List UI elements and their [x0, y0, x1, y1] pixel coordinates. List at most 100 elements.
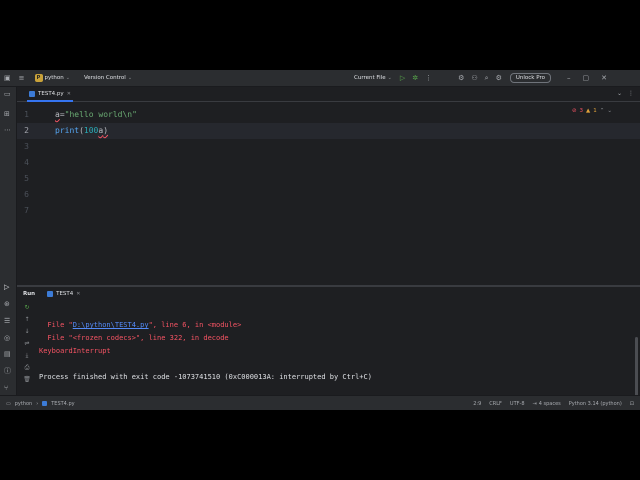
run-panel: Run TEST4 ✕ ↻ ↑ ↓ ⇌ ⤓ ⎙ 🗑 File "D:\pytho… — [17, 287, 640, 403]
chevron-down-icon[interactable]: ⌄ — [607, 108, 612, 114]
status-widgets: 2:9 CRLF UTF-8 ⇥ 4 spaces Python 3.14 (p… — [473, 401, 634, 407]
run-config-selector[interactable]: Current File ⌄ — [354, 75, 392, 81]
console-line: Process finished with exit code -1073741… — [39, 373, 372, 381]
line-number: 5 — [24, 174, 29, 183]
run-tool-icon[interactable]: ▷ — [4, 284, 9, 291]
run-icon[interactable]: ▷ — [400, 74, 405, 82]
line-number: 1 — [24, 110, 29, 119]
unlock-pro-button[interactable]: Unlock Pro — [509, 73, 551, 83]
python-file-icon — [42, 401, 48, 406]
file-encoding[interactable]: UTF-8 — [510, 401, 525, 407]
line-number-gutter: 1 2 3 4 5 6 7 — [17, 107, 29, 219]
console-line: KeyboardInterrupt — [39, 347, 111, 355]
error-icon: ⊘ — [571, 108, 577, 114]
editor-area: TEST4.py ✕ ⌄ ⋮ 1 2 3 4 5 6 7 a="hello wo… — [17, 87, 640, 285]
close-tab-icon[interactable]: ✕ — [67, 91, 71, 97]
console-output[interactable]: File "D:\python\TEST4.py", line 6, in <m… — [39, 319, 372, 384]
breadcrumb-folder-icon: ▭ — [6, 400, 11, 407]
main-menu-icon[interactable]: ≡ — [19, 74, 25, 82]
run-panel-title: Run — [23, 291, 36, 297]
tab-test4-py[interactable]: TEST4.py ✕ — [27, 88, 73, 102]
close-icon[interactable]: ✕ — [601, 74, 607, 82]
line-number: 3 — [24, 142, 29, 151]
breadcrumb-project[interactable]: python — [15, 401, 33, 407]
project-selector[interactable]: P python ⌄ — [34, 74, 70, 82]
run-tab-label: TEST4 — [56, 291, 74, 297]
folder-icon[interactable]: ▭ — [4, 91, 11, 98]
search-icon[interactable]: ⌕ — [485, 74, 489, 82]
title-bar: ▣ ≡ P python ⌄ Version Control ⌄ Current… — [0, 70, 640, 87]
settings-icon[interactable]: ⚙ — [496, 74, 502, 82]
services-icon[interactable]: ☰ — [4, 318, 10, 325]
line-number: 7 — [24, 206, 29, 215]
paren-token: ) — [103, 126, 109, 135]
git-icon[interactable]: ⑂ — [4, 385, 8, 392]
indent-setting: 4 spaces — [538, 400, 561, 407]
terminal-icon[interactable]: ▤ — [4, 351, 11, 358]
editor-tabs: TEST4.py ✕ ⌄ ⋮ — [17, 87, 640, 102]
python-file-icon — [47, 291, 54, 297]
line-separator[interactable]: CRLF — [489, 401, 502, 407]
run-panel-header: Run TEST4 ✕ — [17, 287, 80, 301]
tab-label: TEST4.py — [38, 91, 64, 97]
python-console-icon[interactable]: ◎ — [4, 335, 10, 342]
indent-widget[interactable]: ⇥ 4 spaces — [533, 401, 561, 407]
run-tab-test4[interactable]: TEST4 ✕ — [47, 291, 80, 297]
error-count: 3 — [579, 108, 584, 114]
code-with-me-icon[interactable]: ⚇ — [471, 74, 477, 82]
vcs-menu[interactable]: Version Control ⌄ — [84, 75, 132, 81]
editor-tab-actions: ⌄ ⋮ — [617, 90, 634, 97]
string-token: "hello world\n" — [64, 110, 137, 119]
code-line-1[interactable]: a="hello world\n" — [55, 107, 137, 123]
code-line-2[interactable]: print(100a) — [55, 123, 137, 139]
file-link[interactable]: D:\python\TEST4.py — [73, 321, 149, 329]
interpreter-selector[interactable]: Python 3.14 (python) — [569, 401, 622, 407]
minimize-icon[interactable]: – — [567, 74, 571, 82]
chevron-down-icon: ⌄ — [387, 75, 392, 81]
code-text[interactable]: a="hello world\n" print(100a) — [55, 107, 137, 139]
structure-icon[interactable]: ⊞ — [4, 111, 10, 118]
tab-list-icon[interactable]: ⌄ — [617, 90, 622, 97]
breadcrumb: ▭ python › TEST4.py — [6, 401, 75, 407]
problems-icon[interactable]: ⓘ — [4, 368, 11, 375]
project-name: python — [44, 75, 64, 81]
status-bar: ▭ python › TEST4.py 2:9 CRLF UTF-8 ⇥ 4 s… — [0, 395, 640, 410]
console-line: File "D:\python\TEST4.py", line 6, in <m… — [39, 321, 242, 329]
project-badge: P — [34, 74, 43, 82]
breadcrumb-file[interactable]: TEST4.py — [51, 401, 74, 407]
line-number: 6 — [24, 190, 29, 199]
warning-count: 1 — [593, 108, 597, 114]
close-tab-icon[interactable]: ✕ — [76, 291, 80, 297]
trash-icon[interactable]: 🗑 — [21, 377, 33, 389]
python-packages-icon[interactable]: ⊛ — [4, 301, 10, 308]
chevron-up-icon[interactable]: ⌃ — [600, 108, 605, 114]
lock-icon[interactable]: ⊡ — [630, 401, 634, 407]
inspection-widget[interactable]: ⊘ 3 ▲ 1 ⌃ ⌄ — [572, 108, 612, 114]
left-tool-strip: ▭ ⊞ ⋯ ▷ ⊛ ☰ ◎ ▤ ⓘ ⑂ — [0, 87, 17, 403]
caret-position[interactable]: 2:9 — [473, 401, 481, 407]
chevron-right-icon: › — [36, 400, 39, 407]
maximize-icon[interactable]: ▢ — [582, 74, 589, 82]
editor-more-icon[interactable]: ⋮ — [628, 90, 634, 97]
number-token: 100 — [83, 126, 99, 135]
ide-window: ▣ ≡ P python ⌄ Version Control ⌄ Current… — [0, 70, 640, 410]
line-number: 2 — [24, 126, 29, 135]
python-file-icon — [29, 91, 35, 97]
run-toolbar: ↻ ↑ ↓ ⇌ ⤓ ⎙ 🗑 — [21, 305, 33, 389]
console-line: File "<frozen codecs>", line 322, in dec… — [39, 334, 229, 342]
line-number: 4 — [24, 158, 29, 167]
console-scrollbar[interactable] — [635, 337, 638, 397]
more-tools-icon[interactable]: ⋯ — [4, 127, 11, 134]
warning-icon: ▲ — [586, 108, 591, 114]
chevron-down-icon: ⌄ — [65, 75, 70, 81]
function-token: print — [55, 126, 80, 135]
indent-icon: ⇥ — [532, 400, 537, 407]
more-actions-icon[interactable]: ⋮ — [425, 74, 432, 82]
ai-assistant-icon[interactable]: ⚙ — [458, 74, 464, 82]
ide-logo-icon: ▣ — [4, 73, 11, 82]
chevron-down-icon: ⌄ — [127, 75, 133, 81]
debug-icon[interactable]: ✲ — [412, 74, 418, 82]
run-config-label: Current File — [354, 75, 386, 81]
vcs-label: Version Control — [83, 75, 126, 81]
